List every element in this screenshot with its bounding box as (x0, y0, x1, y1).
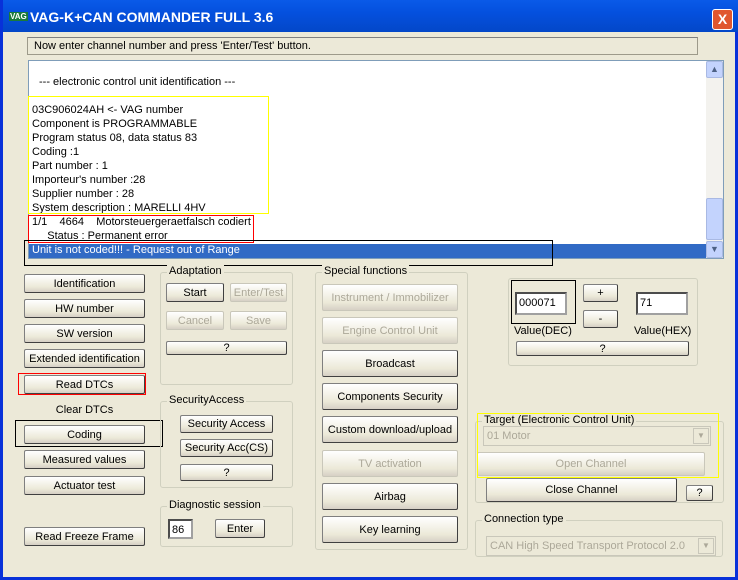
tv-activation-button[interactable]: TV activation (322, 450, 458, 477)
close-button[interactable]: X (712, 9, 733, 30)
main-window: VAG VAG-K+CAN COMMANDER FULL 3.6 X Now e… (0, 0, 738, 580)
group-label: Target (Electronic Control Unit) (482, 414, 637, 426)
status-field: Now enter channel number and press 'Ente… (27, 37, 698, 55)
value-dec-input[interactable]: 000071 (515, 292, 567, 315)
title-bar: VAG VAG-K+CAN COMMANDER FULL 3.6 X (3, 0, 738, 32)
connection-type-select[interactable]: CAN High Speed Transport Protocol 2.0 ▼ (486, 536, 716, 556)
log-line: 03C906024AH <- VAG number (32, 104, 184, 116)
hw-number-button[interactable]: HW number (24, 299, 145, 318)
group-label: Special functions (322, 265, 410, 277)
security-help-button[interactable]: ? (180, 464, 273, 481)
log-line: Importeur's number :28 (32, 174, 146, 186)
adaptation-start-button[interactable]: Start (166, 283, 224, 302)
sw-version-button[interactable]: SW version (24, 324, 145, 343)
engine-control-unit-button[interactable]: Engine Control Unit (322, 317, 458, 344)
value-help-button[interactable]: ? (516, 341, 689, 356)
adaptation-cancel-button[interactable]: Cancel (166, 311, 224, 330)
airbag-button[interactable]: Airbag (322, 483, 458, 510)
chevron-down-icon[interactable]: ▼ (693, 428, 709, 444)
value-hex-label: Value(HEX) (634, 325, 692, 337)
scroll-thumb[interactable] (706, 198, 723, 240)
value-dec-label: Value(DEC) (514, 325, 572, 337)
log-list[interactable]: --- electronic control unit identificati… (28, 60, 724, 259)
clear-dtcs-button[interactable]: Clear DTCs (24, 400, 145, 419)
adaptation-enter-test-button[interactable]: Enter/Test (230, 283, 287, 302)
log-line: 1/1 4664 Motorsteuergeraetfalsch codiert (32, 216, 251, 228)
log-line: Component is PROGRAMMABLE (32, 118, 198, 130)
log-line: Status : Permanent error (32, 230, 168, 242)
target-help-button[interactable]: ? (686, 485, 713, 501)
components-security-button[interactable]: Components Security (322, 383, 458, 410)
chevron-down-icon[interactable]: ▼ (698, 538, 714, 554)
log-line-selected[interactable]: Unit is not coded!!! - Request out of Ra… (29, 244, 707, 258)
log-line: Program status 08, data status 83 (32, 132, 198, 144)
group-label: Connection type (482, 513, 566, 525)
scroll-down-icon[interactable]: ▼ (706, 241, 723, 258)
target-ecu-select[interactable]: 01 Motor ▼ (483, 426, 711, 446)
diagnostic-session-input[interactable]: 86 (168, 519, 193, 539)
connection-selected-value: CAN High Speed Transport Protocol 2.0 (490, 540, 686, 552)
log-line: --- electronic control unit identificati… (39, 76, 236, 88)
instrument-immobilizer-button[interactable]: Instrument / Immobilizer (322, 284, 458, 311)
close-channel-button[interactable]: Close Channel (486, 478, 677, 502)
coding-button[interactable]: Coding (24, 425, 145, 444)
key-learning-button[interactable]: Key learning (322, 516, 458, 543)
log-line: Part number : 1 (32, 160, 108, 172)
scrollbar[interactable]: ▲ ▼ (706, 61, 723, 258)
read-freeze-frame-button[interactable]: Read Freeze Frame (24, 527, 145, 546)
measured-values-button[interactable]: Measured values (24, 450, 145, 469)
open-channel-button[interactable]: Open Channel (477, 452, 705, 476)
diagnostic-enter-button[interactable]: Enter (215, 519, 265, 538)
minus-button[interactable]: - (583, 310, 618, 328)
value-hex-input[interactable]: 71 (636, 292, 688, 315)
adaptation-save-button[interactable]: Save (230, 311, 287, 330)
extended-identification-button[interactable]: Extended identification (24, 349, 145, 368)
adaptation-help-button[interactable]: ? (166, 341, 287, 355)
window-title: VAG-K+CAN COMMANDER FULL 3.6 (30, 9, 274, 25)
identification-button[interactable]: Identification (24, 274, 145, 293)
broadcast-button[interactable]: Broadcast (322, 350, 458, 377)
group-label: Diagnostic session (167, 499, 263, 511)
custom-download-upload-button[interactable]: Custom download/upload (322, 416, 458, 443)
app-logo: VAG (9, 12, 28, 21)
read-dtcs-button[interactable]: Read DTCs (24, 375, 145, 394)
security-access-cs-button[interactable]: Security Acc(CS) (180, 439, 273, 457)
group-label: SecurityAccess (167, 394, 247, 406)
scroll-up-icon[interactable]: ▲ (706, 61, 723, 78)
log-line: Coding :1 (32, 146, 80, 158)
actuator-test-button[interactable]: Actuator test (24, 476, 145, 495)
log-line: System description : MARELLI 4HV (32, 202, 206, 214)
group-label: Adaptation (167, 265, 224, 277)
plus-button[interactable]: + (583, 284, 618, 302)
target-selected-value: 01 Motor (487, 430, 531, 442)
log-line: Supplier number : 28 (32, 188, 135, 200)
security-access-button[interactable]: Security Access (180, 415, 273, 433)
